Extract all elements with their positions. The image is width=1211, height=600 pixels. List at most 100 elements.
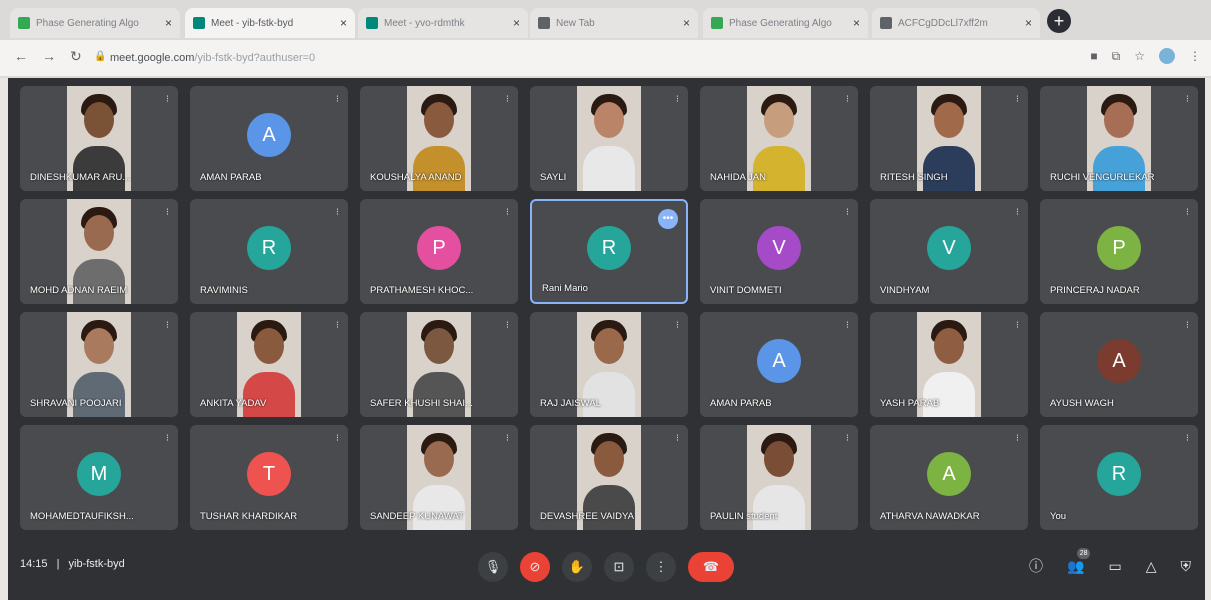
mic-muted-icon: ⁝ <box>845 433 849 444</box>
video-face <box>764 102 794 138</box>
video-body <box>583 372 635 417</box>
participant-tile[interactable]: ⁝ SAFER KHUSHI SHAI... <box>360 312 518 417</box>
video-face <box>254 328 284 364</box>
video-body <box>923 146 975 191</box>
reload-icon[interactable]: ↻ <box>70 48 82 65</box>
close-icon[interactable]: × <box>513 16 520 30</box>
chat-icon[interactable]: ▭ <box>1108 558 1121 575</box>
participant-avatar: R <box>247 225 291 270</box>
participant-tile[interactable]: ⁝ YASH PARAB <box>870 312 1028 417</box>
mic-muted-icon: ⁝ <box>165 207 169 218</box>
participant-name: PRATHAMESH KHOC... <box>370 285 474 296</box>
camera-off-icon: ⊘ <box>529 559 541 574</box>
participant-tile[interactable]: ⁝ DINESHKUMAR ARU... <box>20 86 178 191</box>
browser-tab[interactable]: New Tab × <box>530 8 698 38</box>
participant-tile[interactable]: ⁝ RAJ JAISWAL <box>530 312 688 417</box>
participant-tile[interactable]: R ••• Rani Mario <box>530 199 688 304</box>
close-icon[interactable]: × <box>165 16 172 30</box>
participant-tile[interactable]: P ⁝ PRATHAMESH KHOC... <box>360 199 518 304</box>
participant-tile[interactable]: ⁝ RITESH SINGH <box>870 86 1028 191</box>
tile-more-options-button[interactable]: ••• <box>658 209 678 229</box>
video-body <box>1093 146 1145 191</box>
participant-tile[interactable]: ⁝ NAHIDA JAN <box>700 86 858 191</box>
new-tab-button[interactable]: + <box>1047 9 1071 33</box>
close-icon[interactable]: × <box>1025 16 1032 30</box>
url-host: meet.google.com <box>110 52 195 64</box>
mic-muted-icon: ⁝ <box>675 94 679 105</box>
browser-tab[interactable]: Phase Generating Algo × <box>703 8 868 38</box>
participant-tile[interactable]: ⁝ PAULIN student <box>700 425 858 530</box>
browser-tab[interactable]: Meet - yvo-rdmthk × <box>358 8 528 38</box>
participant-name: You <box>1050 511 1067 522</box>
more-options-button[interactable]: ⋮ <box>646 552 676 582</box>
participant-avatar: R <box>587 225 631 270</box>
mic-button[interactable]: 🎙 <box>478 552 508 582</box>
browser-tab[interactable]: Phase Generating Algo × <box>10 8 180 38</box>
participant-tile[interactable]: P ⁝ PRINCERAJ NADAR <box>1040 199 1198 304</box>
mic-muted-icon: ⁝ <box>335 320 339 331</box>
camera-icon[interactable]: ■ <box>1090 49 1097 63</box>
participant-tile[interactable]: ⁝ RUCHI VENGURLEKAR <box>1040 86 1198 191</box>
browser-chrome: Phase Generating Algo × Meet - yib-fstk-by… <box>0 0 1211 78</box>
participant-tile[interactable]: R ⁝ RAVIMINIS <box>190 199 348 304</box>
people-button[interactable]: 👥 28 <box>1067 547 1091 575</box>
participant-tile[interactable]: ⁝ MOHD ADNAN RAEIM <box>20 199 178 304</box>
participant-tile[interactable]: R ⁝ You <box>1040 425 1198 530</box>
present-button[interactable]: ⊡ <box>604 552 634 582</box>
back-icon[interactable]: ← <box>14 48 28 64</box>
star-icon[interactable]: ☆ <box>1134 49 1145 63</box>
participant-name: NAHIDA JAN <box>710 172 766 183</box>
participant-tile[interactable]: ⁝ SHRAVANI POOJARI <box>20 312 178 417</box>
close-icon[interactable]: × <box>340 16 347 30</box>
close-icon[interactable]: × <box>683 16 690 30</box>
participant-tile[interactable]: ⁝ KOUSHALYA ANAND <box>360 86 518 191</box>
mic-muted-icon: ⁝ <box>1185 207 1189 218</box>
participant-tile[interactable]: M ⁝ MOHAMEDTAUFIKSH... <box>20 425 178 530</box>
participant-tile[interactable]: T ⁝ TUSHAR KHARDIKAR <box>190 425 348 530</box>
mic-muted-icon: ⁝ <box>1015 433 1019 444</box>
participant-name: AYUSH WAGH <box>1050 398 1114 409</box>
participant-tile[interactable]: V ⁝ VINIT DOMMETI <box>700 199 858 304</box>
participant-tile[interactable]: V ⁝ VINDHYAM <box>870 199 1028 304</box>
participant-name: AMAN PARAB <box>200 172 262 183</box>
forward-icon[interactable]: → <box>42 48 56 64</box>
tab-favicon-icon <box>538 17 550 29</box>
video-body <box>73 372 125 417</box>
video-body <box>923 372 975 417</box>
raise-hand-button[interactable]: ✋ <box>562 552 592 582</box>
participant-name: MOHAMEDTAUFIKSH... <box>30 511 134 522</box>
video-body <box>413 372 465 417</box>
participant-tile[interactable]: A ⁝ AMAN PARAB <box>190 86 348 191</box>
participant-avatar: V <box>757 225 801 270</box>
participant-name: RITESH SINGH <box>880 172 948 183</box>
leave-call-button[interactable]: ☎ <box>688 552 734 582</box>
info-icon[interactable]: ⓘ <box>1029 556 1043 576</box>
close-icon[interactable]: × <box>853 16 860 30</box>
participant-name: DEVASHREE VAIDYA <box>540 511 634 522</box>
url-field[interactable]: meet.google.com/yib-fstk-byd?authuser=0 <box>110 47 315 69</box>
participant-tile[interactable]: A ⁝ AMAN PARAB <box>700 312 858 417</box>
shield-icon[interactable]: ⛨ <box>1181 558 1192 575</box>
video-face <box>84 328 114 364</box>
url-path: /yib-fstk-byd?authuser=0 <box>194 52 316 64</box>
browser-tab[interactable]: Meet - yib-fstk-byd × <box>185 8 355 38</box>
tab-favicon-icon <box>366 17 378 29</box>
extension-icon[interactable]: ⧉ <box>1112 49 1121 64</box>
kebab-menu-icon[interactable]: ⋮ <box>1189 49 1201 63</box>
camera-toggle-button[interactable]: ⊘ <box>520 552 550 582</box>
participant-tile[interactable]: A ⁝ ATHARVA NAWADKAR <box>870 425 1028 530</box>
profile-avatar[interactable] <box>1159 48 1175 64</box>
activities-icon[interactable]: △ <box>1146 558 1157 575</box>
participant-avatar: A <box>757 338 801 383</box>
tab-favicon-icon <box>193 17 205 29</box>
participant-tile[interactable]: ⁝ DEVASHREE VAIDYA <box>530 425 688 530</box>
participant-name: TUSHAR KHARDIKAR <box>200 511 298 522</box>
participant-tile[interactable]: A ⁝ AYUSH WAGH <box>1040 312 1198 417</box>
side-panel-buttons: ⓘ 👥 28 ▭ △ ⛨ <box>1029 547 1192 576</box>
participant-tile[interactable]: ⁝ SANDEEP KUNAWAT <box>360 425 518 530</box>
browser-tab[interactable]: ACFCgDDcLl7xff2m × <box>872 8 1040 38</box>
participant-tile[interactable]: ⁝ SAYLI <box>530 86 688 191</box>
mic-muted-icon: ⁝ <box>505 94 509 105</box>
participant-tile[interactable]: ⁝ ANKITA YADAV <box>190 312 348 417</box>
video-body <box>243 372 295 417</box>
